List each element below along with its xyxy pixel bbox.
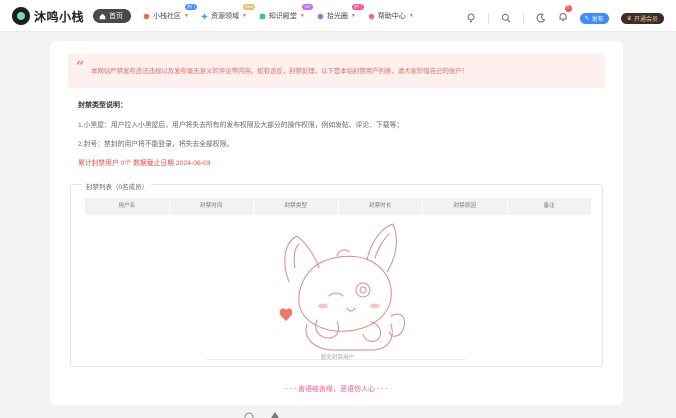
pen-icon: ✎ [584, 15, 590, 22]
vip-button[interactable]: ♛ 开通会员 [620, 12, 664, 24]
moments-icon [317, 13, 324, 19]
divider [487, 13, 489, 23]
publish-label: 发布 [591, 16, 604, 23]
dark-mode-icon[interactable] [536, 13, 546, 23]
nav-item-help[interactable]: 帮助中心 ▼ [362, 9, 420, 23]
nav-label: 小栈社区 [153, 13, 181, 20]
community-icon [143, 13, 150, 19]
notification-button[interactable]: 0 [558, 5, 572, 27]
column-header[interactable]: 封禁原因 [423, 198, 508, 215]
settings-icon[interactable] [243, 410, 255, 418]
nav-label: 首页 [109, 13, 123, 20]
back-to-top-icon[interactable] [269, 410, 281, 418]
ban-type-title: 封禁类型说明： [78, 102, 127, 109]
ban-table-header: 用户名 封禁时间 封禁类型 封禁时长 封禁原因 备注 [85, 198, 591, 215]
nav-item-moments[interactable]: 拾光圈 ▼ 热门 [311, 4, 364, 23]
logo-icon [12, 7, 30, 25]
help-icon [368, 13, 375, 19]
bell-icon [559, 13, 567, 22]
lightbulb-icon[interactable] [466, 13, 476, 23]
crown-icon: ♛ [626, 15, 632, 22]
ban-type-item: 2.封号：禁封的用户将不能登录，将失去全部权限。 [78, 141, 234, 148]
main-card: “ 本网站严禁发布违法违规以及发布毫无意义的评论等内容。如有违反，封禁处理。以下… [50, 41, 623, 405]
empty-state-text: 暂无封禁用户 [320, 355, 355, 361]
ban-type-item: 1.小黑屋：用户拉入小黑屋后，用户将失去所有的发布权限及大部分的操作权限，例如发… [78, 122, 404, 129]
ban-list-panel: 封禁列表（0名成员） 用户名 封禁时间 封禁类型 封禁时长 封禁原因 备注 暂无… [70, 181, 603, 367]
nav-item-home[interactable]: 首页 [93, 9, 131, 23]
nav-label: 拾光圈 [326, 13, 348, 20]
column-header[interactable]: 用户名 [85, 198, 170, 215]
nav-label: 资源领域 [210, 13, 239, 20]
quote-icon: “ [76, 59, 85, 75]
header-tools: 0 ✎ 发布 ♛ 开通会员 [466, 5, 664, 27]
publish-button[interactable]: ✎ 发布 [579, 12, 609, 24]
chevron-down-icon: ▼ [241, 13, 247, 19]
vip-label: 开通会员 [633, 16, 658, 23]
nav-label: 帮助中心 [377, 13, 406, 20]
nav-item-resource[interactable]: 资源领域 ▼ New [195, 4, 255, 23]
notice-banner: “ 本网站严禁发布违法违规以及发布毫无意义的评论等内容。如有违反，封禁处理。以下… [68, 54, 605, 88]
nav-item-knowledge[interactable]: 知识殿堂 ▼ VIP [253, 4, 313, 23]
resource-icon [200, 12, 208, 20]
ban-list-legend: 封禁列表（0名成员） [83, 181, 152, 191]
column-header[interactable]: 封禁时长 [339, 198, 423, 215]
notification-count: 0 [564, 5, 572, 12]
knowledge-icon [259, 13, 266, 19]
ban-stat: 累计封禁用户 0个 数据截止日期 2024-06-03 [78, 160, 211, 167]
main-nav: 首页 小栈社区 ▼ 热门 资源领域 ▼ New 知识殿堂 ▼ VIP 拾光圈 ▼… [93, 4, 420, 23]
chevron-down-icon: ▼ [408, 13, 414, 19]
logo-text: 沐鸣小栈 [34, 9, 85, 24]
column-header[interactable]: 封禁类型 [254, 198, 339, 215]
chevron-down-icon: ▼ [184, 13, 189, 19]
site-logo[interactable]: 沐鸣小栈 [12, 7, 84, 25]
column-header[interactable]: 备注 [508, 198, 592, 215]
search-icon[interactable] [501, 13, 511, 23]
home-icon [99, 13, 106, 19]
top-navigation-bar: 沐鸣小栈 首页 小栈社区 ▼ 热门 资源领域 ▼ New 知识殿堂 ▼ VIP … [0, 0, 676, 32]
chevron-down-icon: ▼ [299, 13, 305, 19]
nav-label: 知识殿堂 [268, 13, 297, 20]
footer-motto: - - - 善语结善缘，恶语伤人心 - - - [285, 386, 388, 393]
nav-item-community[interactable]: 小栈社区 ▼ 热门 [137, 4, 197, 23]
chevron-down-icon: ▼ [350, 13, 356, 19]
floating-tools [243, 410, 281, 418]
notice-text: 本网站严禁发布违法违规以及发布毫无意义的评论等内容。如有违反，封禁处理。以下是本… [91, 68, 469, 75]
column-header[interactable]: 封禁时间 [170, 198, 254, 215]
divider [522, 13, 524, 23]
empty-mascot-illustration [279, 223, 405, 351]
